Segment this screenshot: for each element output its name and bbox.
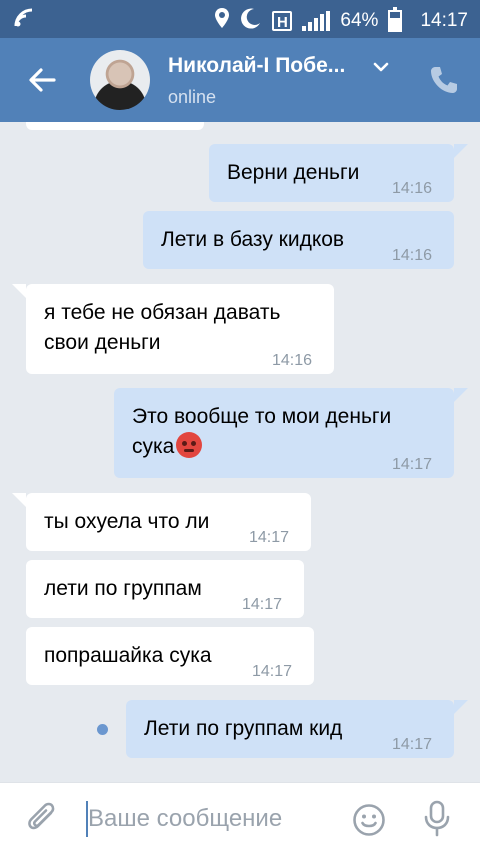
chat-area: Верни деньги 14:16 Лети в базу кидков 14… xyxy=(0,122,480,782)
smile-icon[interactable] xyxy=(352,803,386,837)
phone-icon[interactable] xyxy=(428,64,460,96)
bubble-tail xyxy=(454,144,468,158)
battery-percent: 64% xyxy=(340,10,379,31)
message-time: 14:17 xyxy=(242,596,283,613)
moon-icon xyxy=(240,7,262,35)
message-time: 14:17 xyxy=(392,456,433,473)
location-icon xyxy=(214,7,230,35)
message-incoming[interactable]: я тебе не обязан давать свои деньги 14:1… xyxy=(26,284,334,374)
battery-icon xyxy=(388,7,403,32)
message-outgoing[interactable]: Верни деньги 14:16 xyxy=(209,144,454,202)
message-outgoing[interactable]: Лети в базу кидков 14:16 xyxy=(143,211,454,269)
message-text-line1: я тебе не обязан давать xyxy=(44,301,281,324)
chevron-down-icon[interactable] xyxy=(372,60,390,74)
back-arrow-icon[interactable] xyxy=(26,60,58,100)
network-type-badge: H xyxy=(272,11,293,31)
wifi-icon xyxy=(14,8,34,34)
avatar[interactable] xyxy=(90,50,150,110)
message-text: попрашайка сука xyxy=(44,644,212,667)
signal-icon xyxy=(302,11,331,31)
bubble-tail xyxy=(454,700,468,714)
contact-status: online xyxy=(168,87,217,107)
message-text: Верни деньги xyxy=(227,161,360,184)
bubble-tail xyxy=(12,493,26,507)
message-partial xyxy=(26,122,204,130)
message-time: 14:16 xyxy=(392,247,433,264)
message-text: Лети в базу кидков xyxy=(161,228,345,251)
message-text-line2: свои деньги xyxy=(44,331,161,354)
message-time: 14:16 xyxy=(392,180,433,197)
mic-icon[interactable] xyxy=(422,799,452,839)
attach-icon[interactable] xyxy=(26,801,60,839)
message-text-line2: сука xyxy=(132,435,175,458)
bubble-tail xyxy=(12,284,26,298)
message-incoming[interactable]: попрашайка сука 14:17 xyxy=(26,627,314,685)
contact-name[interactable]: Николай-I Побе... xyxy=(168,54,345,78)
message-time: 14:16 xyxy=(272,352,313,369)
status-bar: H 64% 14:17 xyxy=(0,0,480,38)
message-incoming[interactable]: ты охуела что ли 14:17 xyxy=(26,493,311,551)
message-text: лети по группам xyxy=(44,577,202,600)
message-text-line2-wrap: сука xyxy=(132,432,203,462)
message-text: Лети по группам кид xyxy=(144,717,343,740)
angry-face-icon xyxy=(176,432,203,458)
message-time: 14:17 xyxy=(252,663,293,680)
message-outgoing[interactable]: Это вообще то мои деньги сука 14:17 xyxy=(114,388,454,478)
unread-indicator xyxy=(97,724,108,735)
bubble-tail xyxy=(454,388,468,402)
message-text-line1: Это вообще то мои деньги xyxy=(132,405,392,428)
chat-header: Николай-I Побе... online xyxy=(0,38,480,122)
message-input-bar xyxy=(0,782,480,855)
message-input[interactable] xyxy=(86,801,328,837)
message-outgoing[interactable]: Лети по группам кид 14:17 xyxy=(126,700,454,758)
status-time: 14:17 xyxy=(420,10,468,31)
message-time: 14:17 xyxy=(392,736,433,753)
message-time: 14:17 xyxy=(249,529,290,546)
message-incoming[interactable]: лети по группам 14:17 xyxy=(26,560,304,618)
message-text: ты охуела что ли xyxy=(44,510,210,533)
